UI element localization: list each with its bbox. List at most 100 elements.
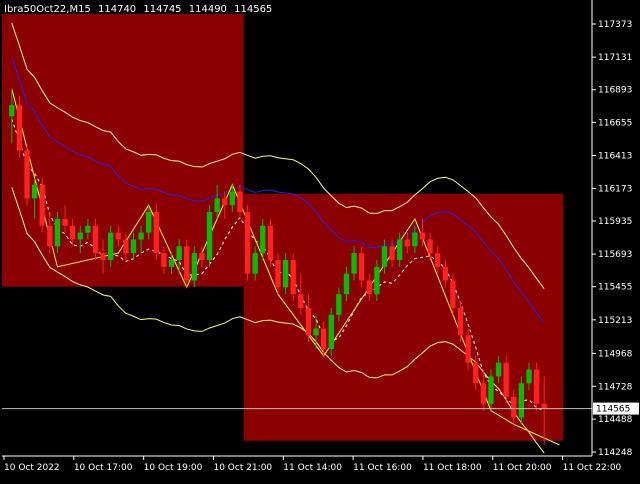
candle-body (77, 232, 83, 240)
candle-body (199, 253, 205, 260)
candle-body (381, 246, 388, 267)
candle-body (419, 232, 426, 240)
candle-body (465, 335, 471, 363)
candle-body (16, 105, 23, 151)
candle-body (108, 232, 114, 260)
low-value: 114490 (188, 4, 227, 15)
candle-body (9, 105, 15, 117)
candle-body (359, 253, 365, 281)
candle-body (473, 362, 479, 384)
price-tick-label: 116893 (598, 86, 632, 96)
price-chart[interactable]: 117373 117131 116893 116655 116413 116173 1159… (0, 0, 640, 480)
candle-body (191, 253, 197, 281)
candle-body (176, 246, 182, 260)
current-price-label: 114565 (596, 405, 630, 415)
time-tick-label: 11 Oct 20:00 (493, 463, 552, 473)
candle-body (267, 225, 274, 260)
symbol-header: Ibra50Oct22,M15 114740 114745 114490 114… (4, 4, 276, 15)
candle-body (206, 212, 213, 260)
candle-body (69, 225, 76, 240)
candle-body (450, 280, 456, 308)
price-tick-label: 117131 (598, 53, 632, 63)
candle-body (47, 225, 53, 247)
candle-body (100, 253, 106, 260)
candle-body (146, 212, 152, 233)
candle-body (305, 307, 312, 336)
candle-body (511, 396, 517, 418)
price-tick-label: 114488 (598, 415, 633, 425)
candle-body (313, 328, 319, 336)
price-tick-label: 117373 (598, 20, 632, 30)
candle-body (518, 383, 525, 418)
candle-body (366, 280, 372, 295)
price-tick-label: 115935 (598, 217, 632, 227)
time-tick-label: 11 Oct 16:00 (353, 463, 412, 473)
candle-body (526, 369, 532, 384)
candle-body (533, 369, 540, 404)
candle-body (138, 232, 144, 240)
price-tick-label: 115455 (598, 283, 632, 293)
candle-body (24, 150, 30, 199)
candle-body (92, 225, 99, 254)
price-tick-label: 116655 (598, 118, 632, 128)
candle-body (54, 218, 61, 247)
candle-body (343, 273, 350, 295)
time-tick-label: 10 Oct 17:00 (74, 463, 133, 473)
candle-body (389, 246, 395, 260)
symbol-label: Ibra50Oct22,M15 (4, 4, 91, 15)
candle-body (244, 212, 251, 274)
candle-body (252, 253, 258, 274)
time-tick-label: 10 Oct 21:00 (213, 463, 272, 473)
candle-body (39, 184, 45, 226)
candle-body (161, 253, 167, 267)
price-tick-label: 116413 (598, 151, 632, 161)
price-tick-label: 115213 (598, 316, 632, 326)
candle-body (374, 266, 380, 295)
chart-canvas[interactable]: 117373 117131 116893 116655 116413 116173 1159… (0, 0, 640, 480)
candle-body (336, 294, 342, 315)
candle-body (480, 383, 487, 404)
candle-body (457, 307, 464, 336)
price-tick-label: 114968 (598, 349, 633, 359)
candle-body (298, 294, 304, 308)
candle-body (31, 184, 38, 199)
open-value: 114740 (98, 4, 137, 15)
price-tick-label: 115693 (598, 250, 632, 260)
price-tick-label: 116173 (598, 184, 632, 194)
candle-body (442, 266, 448, 281)
time-tick-label: 10 Oct 2022 (4, 463, 60, 473)
candle-body (404, 239, 410, 247)
candle-body (427, 239, 433, 254)
candle-body (168, 259, 175, 267)
candle-body (320, 328, 327, 350)
price-tick-label: 114728 (598, 382, 633, 392)
candle-body (351, 253, 357, 274)
candle-body (62, 218, 68, 226)
candle-body (328, 314, 334, 350)
candle-body (130, 239, 137, 254)
candle-body (237, 191, 243, 213)
time-tick-label: 11 Oct 18:00 (423, 463, 482, 473)
candle-body (260, 225, 266, 254)
candle-body (275, 259, 281, 288)
candle-body (282, 259, 289, 288)
high-value: 114745 (143, 4, 182, 15)
candle-body (412, 232, 418, 247)
candle-body (123, 239, 129, 254)
candle-body (290, 259, 296, 295)
candle-body (495, 362, 502, 377)
time-tick-label: 11 Oct 14:00 (283, 463, 342, 473)
candle-body (85, 225, 91, 233)
candle-body (435, 253, 441, 267)
candle-body (503, 362, 509, 397)
candle-body (488, 376, 494, 404)
candle-body (397, 239, 403, 260)
candle-body (184, 246, 190, 281)
price-tick-label: 114248 (598, 448, 633, 458)
candle-body (214, 198, 220, 213)
close-value: 114565 (234, 4, 273, 15)
candle-body (541, 403, 547, 409)
time-tick-label: 10 Oct 19:00 (144, 463, 203, 473)
candle-body (222, 198, 228, 206)
candle-body (115, 232, 121, 240)
